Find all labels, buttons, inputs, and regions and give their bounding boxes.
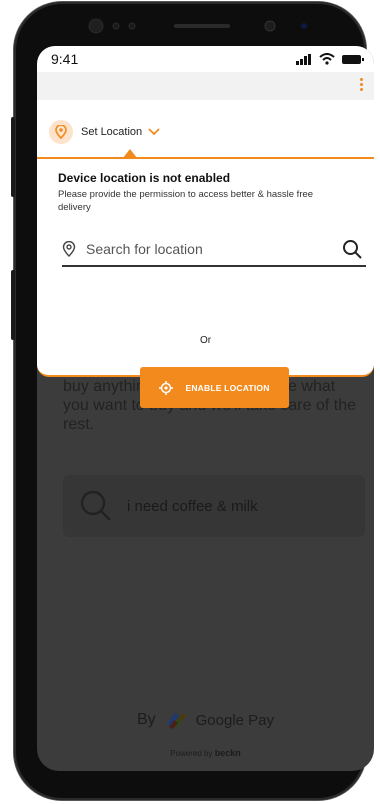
brand-label: Google Pay — [195, 711, 275, 729]
status-bar: 9:41 — [37, 46, 374, 72]
crosshair-icon — [159, 380, 174, 395]
power-button — [11, 117, 15, 197]
battery-icon — [342, 54, 364, 64]
wifi-icon — [319, 53, 335, 65]
popup-title: Device location is not enabled — [58, 171, 231, 185]
by-label: By — [136, 711, 156, 728]
location-search-input[interactable] — [80, 241, 342, 257]
search-icon[interactable] — [342, 239, 362, 259]
popup-pointer — [123, 149, 137, 158]
enable-location-label: ENABLE LOCATION — [185, 382, 270, 393]
kebab-menu-icon[interactable] — [360, 78, 364, 93]
search-icon — [80, 490, 111, 521]
location-pin-badge — [49, 120, 73, 144]
set-location-label: Set Location — [81, 126, 143, 138]
or-divider: Or — [199, 335, 212, 346]
location-header: Set Location — [37, 100, 374, 157]
location-pin-icon — [62, 241, 76, 257]
app-toolbar — [37, 72, 374, 100]
powered-by: Powered by beckn — [37, 748, 374, 758]
front-camera-sensors — [88, 18, 307, 34]
app-screen: buy anything you need. Just type what yo… — [37, 46, 374, 771]
powered-by-label: Powered by — [170, 749, 213, 758]
phone-frame: buy anything you need. Just type what yo… — [11, 2, 374, 800]
location-search[interactable] — [62, 233, 366, 267]
powered-by-brand: beckn — [214, 748, 241, 758]
popup-message: Please provide the permission to access … — [58, 189, 314, 213]
location-pin-icon — [55, 125, 67, 139]
status-time: 9:41 — [51, 51, 79, 67]
signal-icon — [296, 53, 311, 65]
enable-location-button[interactable]: ENABLE LOCATION — [140, 367, 289, 408]
location-permission-popup: Device location is not enabled Please pr… — [37, 149, 374, 408]
by-google-pay: By Google Pay — [37, 710, 374, 730]
set-location-dropdown[interactable]: Set Location — [81, 126, 160, 138]
example-query-text: i need coffee & milk — [127, 497, 258, 515]
chevron-down-icon — [148, 128, 160, 136]
example-query-card[interactable]: i need coffee & milk — [63, 475, 365, 537]
google-pay-logo — [166, 713, 186, 729]
volume-button — [11, 270, 15, 340]
